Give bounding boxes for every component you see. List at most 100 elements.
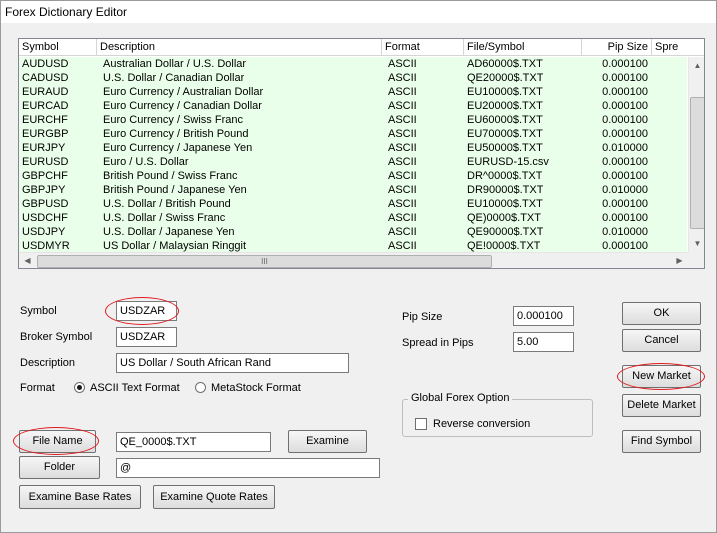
cell-format: ASCII: [388, 240, 417, 252]
cell-pip-size: 0.000100: [602, 86, 648, 98]
cell-symbol: EURUSD: [22, 156, 69, 168]
vertical-scroll-thumb[interactable]: [690, 97, 704, 229]
cancel-button[interactable]: Cancel: [622, 329, 701, 352]
cell-description: U.S. Dollar / British Pound: [103, 198, 231, 210]
cell-symbol: EURCAD: [22, 100, 69, 112]
pip-size-input[interactable]: 0.000100: [513, 306, 574, 326]
scroll-up-arrow-icon[interactable]: ▲: [689, 57, 704, 74]
cell-description: U.S. Dollar / Japanese Yen: [103, 226, 235, 238]
symbol-input[interactable]: USDZAR: [116, 301, 177, 321]
cell-file-symbol: EU50000$.TXT: [467, 142, 543, 154]
cell-description: Euro Currency / Japanese Yen: [103, 142, 253, 154]
cell-file-symbol: DR^0000$.TXT: [467, 170, 543, 182]
ascii-format-label[interactable]: ASCII Text Format: [90, 382, 180, 394]
cell-file-symbol: EU70000$.TXT: [467, 128, 543, 140]
cell-file-symbol: QE90000$.TXT: [467, 226, 544, 238]
table-row[interactable]: GBPUSD U.S. Dollar / British Pound ASCII EU…: [19, 197, 687, 211]
table-row[interactable]: GBPCHF British Pound / Swiss Franc ASCII DR…: [19, 169, 687, 183]
radio-selected-dot-icon: [77, 385, 82, 390]
cell-symbol: USDCHF: [22, 212, 68, 224]
column-header-spread[interactable]: Spre: [652, 39, 704, 56]
cell-symbol: CADUSD: [22, 72, 69, 84]
vertical-scrollbar[interactable]: ▲ ▼: [688, 57, 704, 252]
cell-pip-size: 0.000100: [602, 212, 648, 224]
folder-input[interactable]: @: [116, 458, 380, 478]
new-market-button[interactable]: New Market: [622, 365, 701, 388]
table-row[interactable]: EURJPY Euro Currency / Japanese Yen ASCII E…: [19, 141, 687, 155]
examine-base-rates-button[interactable]: Examine Base Rates: [19, 485, 141, 509]
cell-description: US Dollar / Malaysian Ringgit: [103, 240, 247, 252]
table-row[interactable]: EURUSD Euro / U.S. Dollar ASCII EURUSD-15.c…: [19, 155, 687, 169]
scroll-down-arrow-icon[interactable]: ▼: [689, 235, 704, 252]
metastock-format-label[interactable]: MetaStock Format: [211, 382, 301, 394]
cell-description: U.S. Dollar / Swiss Franc: [103, 212, 226, 224]
table-row[interactable]: USDCHF U.S. Dollar / Swiss Franc ASCII QE)0…: [19, 211, 687, 225]
cell-description: British Pound / Swiss Franc: [103, 170, 238, 182]
column-header-file-symbol[interactable]: File/Symbol: [464, 39, 582, 56]
cell-pip-size: 0.000100: [602, 114, 648, 126]
cell-format: ASCII: [388, 128, 417, 140]
scroll-right-arrow-icon[interactable]: ▶: [671, 253, 688, 268]
reverse-conversion-checkbox[interactable]: [415, 418, 427, 430]
table-row[interactable]: EURCAD Euro Currency / Canadian Dollar ASC…: [19, 99, 687, 113]
file-name-button[interactable]: File Name: [19, 430, 96, 453]
cell-symbol: USDMYR: [22, 240, 70, 252]
cell-format: ASCII: [388, 184, 417, 196]
table-row[interactable]: CADUSD U.S. Dollar / Canadian Dollar ASCII…: [19, 71, 687, 85]
broker-symbol-input[interactable]: USDZAR: [116, 327, 177, 347]
table-row[interactable]: AUDUSD Australian Dollar / U.S. Dollar ASC…: [19, 57, 687, 71]
cell-symbol: EURAUD: [22, 86, 69, 98]
cell-format: ASCII: [388, 86, 417, 98]
table-row[interactable]: EURCHF Euro Currency / Swiss Franc ASCII EU…: [19, 113, 687, 127]
cell-pip-size: 0.010000: [602, 184, 648, 196]
cell-symbol: USDJPY: [22, 226, 66, 238]
cell-description: Euro Currency / Canadian Dollar: [103, 100, 262, 112]
cell-description: U.S. Dollar / Canadian Dollar: [103, 72, 245, 84]
find-symbol-button[interactable]: Find Symbol: [622, 430, 701, 453]
examine-quote-rates-button[interactable]: Examine Quote Rates: [153, 485, 275, 509]
cell-pip-size: 0.000100: [602, 198, 648, 210]
column-header-pip-size[interactable]: Pip Size: [582, 39, 652, 56]
forex-dictionary-editor-window: Forex Dictionary Editor Symbol Descripti…: [0, 0, 717, 533]
reverse-conversion-label[interactable]: Reverse conversion: [433, 418, 530, 430]
description-label: Description: [20, 357, 76, 369]
horizontal-scrollbar[interactable]: ◀ III ▶: [19, 252, 688, 268]
spread-input[interactable]: 5.00: [513, 332, 574, 352]
symbol-label: Symbol: [20, 305, 57, 317]
table-row[interactable]: EURAUD Euro Currency / Australian Dollar A…: [19, 85, 687, 99]
cell-file-symbol: AD60000$.TXT: [467, 58, 543, 70]
cell-file-symbol: EU60000$.TXT: [467, 114, 543, 126]
cell-format: ASCII: [388, 100, 417, 112]
ascii-format-radio[interactable]: [74, 382, 85, 393]
column-header-symbol[interactable]: Symbol: [19, 39, 97, 56]
description-input[interactable]: US Dollar / South African Rand: [116, 353, 349, 373]
scroll-left-arrow-icon[interactable]: ◀: [19, 253, 36, 268]
cell-format: ASCII: [388, 170, 417, 182]
cell-file-symbol: QE)0000$.TXT: [467, 212, 541, 224]
cell-format: ASCII: [388, 58, 417, 70]
folder-button[interactable]: Folder: [19, 456, 100, 479]
cell-symbol: EURJPY: [22, 142, 66, 154]
cell-pip-size: 0.000100: [602, 128, 648, 140]
table-row[interactable]: USDMYR US Dollar / Malaysian Ringgit ASCII…: [19, 239, 687, 253]
horizontal-scroll-thumb[interactable]: III: [37, 255, 492, 268]
column-header-format[interactable]: Format: [382, 39, 464, 56]
table-row[interactable]: GBPJPY British Pound / Japanese Yen ASCII D…: [19, 183, 687, 197]
cell-pip-size: 0.010000: [602, 226, 648, 238]
examine-button[interactable]: Examine: [288, 430, 367, 453]
cell-pip-size: 0.000100: [602, 100, 648, 112]
file-name-input[interactable]: QE_0000$.TXT: [116, 432, 271, 452]
column-header-description[interactable]: Description: [97, 39, 382, 56]
cell-format: ASCII: [388, 156, 417, 168]
market-list[interactable]: Symbol Description Format File/Symbol Pi…: [18, 38, 705, 269]
cell-format: ASCII: [388, 212, 417, 224]
metastock-format-radio[interactable]: [195, 382, 206, 393]
cell-symbol: EURCHF: [22, 114, 68, 126]
delete-market-button[interactable]: Delete Market: [622, 394, 701, 417]
cell-format: ASCII: [388, 198, 417, 210]
table-row[interactable]: USDJPY U.S. Dollar / Japanese Yen ASCII QE9…: [19, 225, 687, 239]
table-row[interactable]: EURGBP Euro Currency / British Pound ASCII…: [19, 127, 687, 141]
cell-description: Euro / U.S. Dollar: [103, 156, 189, 168]
ok-button[interactable]: OK: [622, 302, 701, 325]
cell-file-symbol: EU10000$.TXT: [467, 86, 543, 98]
